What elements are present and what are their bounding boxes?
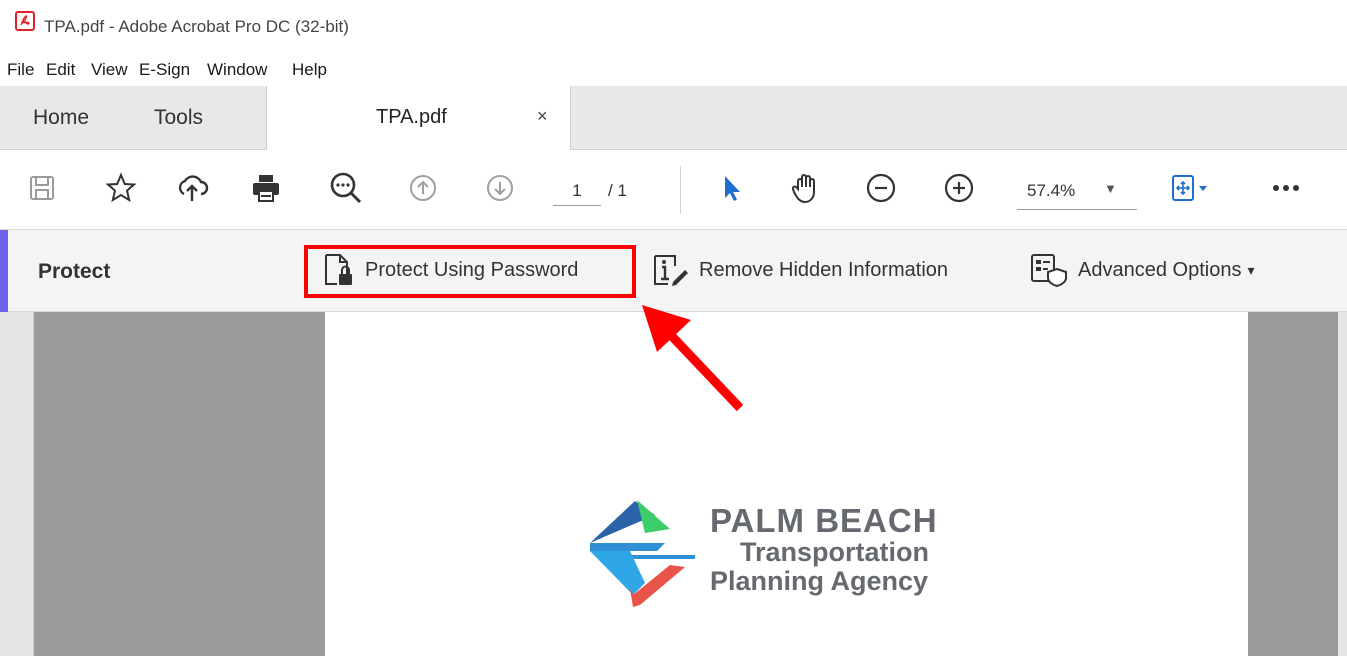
logo-line-1: PALM BEACH — [710, 502, 938, 539]
menu-edit[interactable]: Edit — [46, 60, 75, 80]
page-up-icon[interactable] — [405, 170, 441, 206]
zoom-level-value: 57.4% — [1027, 181, 1076, 200]
pdf-page — [325, 312, 1248, 656]
tab-document-label: TPA.pdf — [376, 106, 447, 128]
page-total-label: / 1 — [608, 181, 627, 200]
print-icon[interactable] — [248, 170, 284, 206]
tab-document[interactable]: TPA.pdf × — [266, 86, 571, 151]
advanced-options-button[interactable]: Advanced Options ▾ — [1030, 250, 1254, 290]
tab-close-icon[interactable]: × — [537, 106, 548, 127]
tab-home[interactable]: Home — [33, 106, 89, 130]
info-document-icon — [654, 255, 688, 286]
hand-icon[interactable] — [788, 170, 824, 206]
menu-file[interactable]: File — [7, 60, 34, 80]
chevron-down-icon: ▼ — [1104, 181, 1117, 196]
left-side-rail[interactable] — [0, 312, 34, 656]
page-number-input[interactable]: 1 — [553, 181, 601, 206]
right-side-rail[interactable] — [1338, 312, 1347, 656]
more-icon[interactable] — [1268, 170, 1304, 206]
select-arrow-icon[interactable] — [714, 170, 750, 206]
tab-tools[interactable]: Tools — [154, 106, 203, 130]
zoom-in-icon[interactable] — [941, 170, 977, 206]
zoom-level-dropdown[interactable]: 57.4% ▼ — [1017, 178, 1137, 210]
menu-help[interactable]: Help — [292, 60, 327, 80]
tab-bar: Home Tools TPA.pdf × — [0, 86, 1347, 151]
zoom-search-icon[interactable] — [328, 170, 364, 206]
acrobat-app-icon — [15, 11, 35, 31]
palm-beach-tpa-logo-icon — [590, 500, 695, 607]
chevron-down-icon: ▾ — [1247, 261, 1255, 278]
remove-hidden-information-button[interactable]: Remove Hidden Information — [651, 250, 948, 290]
protect-toolbar: Protect Protect Using Password Remove Hi… — [0, 230, 1347, 312]
fit-page-icon[interactable] — [1168, 170, 1212, 206]
window-title: TPA.pdf - Adobe Acrobat Pro DC (32-bit) — [44, 17, 349, 36]
protect-accent-strip — [0, 230, 8, 312]
menu-bar: File Edit View E-Sign Window Help — [0, 56, 1347, 86]
star-icon[interactable] — [103, 170, 139, 206]
main-toolbar: 1 / 1 57.4% ▼ — [0, 150, 1347, 230]
save-icon[interactable] — [24, 170, 60, 206]
logo-line-2: Transportation — [740, 537, 930, 567]
title-bar: TPA.pdf - Adobe Acrobat Pro DC (32-bit) — [0, 0, 1347, 56]
advanced-options-label: Advanced Options — [1078, 258, 1242, 281]
highlight-annotation-box — [304, 245, 636, 298]
logo-line-3: Planning Agency — [710, 566, 929, 596]
advanced-shield-icon — [1031, 254, 1067, 288]
toolbar-divider — [680, 166, 681, 214]
page-down-icon[interactable] — [482, 170, 518, 206]
menu-esign[interactable]: E-Sign — [139, 60, 190, 80]
remove-hidden-information-label: Remove Hidden Information — [699, 258, 949, 281]
menu-view[interactable]: View — [91, 60, 128, 80]
zoom-out-icon[interactable] — [863, 170, 899, 206]
cloud-upload-icon[interactable] — [174, 170, 210, 206]
protect-title: Protect — [38, 260, 111, 283]
menu-window[interactable]: Window — [207, 60, 267, 80]
